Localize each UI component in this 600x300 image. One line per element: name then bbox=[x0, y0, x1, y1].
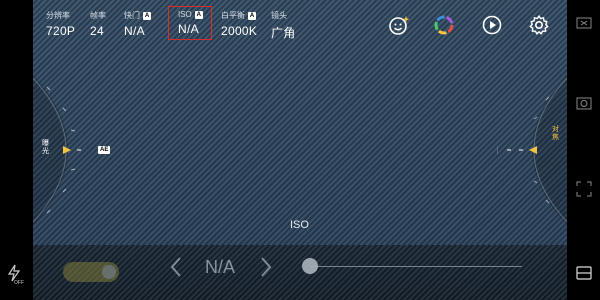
param-label: 镜头 bbox=[271, 11, 287, 20]
camera-switch-icon[interactable] bbox=[575, 94, 593, 112]
auto-badge: A bbox=[248, 11, 256, 20]
param-value: N/A bbox=[124, 24, 145, 38]
param-iso[interactable]: ISO A N/A bbox=[178, 10, 203, 36]
param-label: 分辨率 bbox=[46, 11, 70, 20]
focus-dial[interactable] bbox=[497, 75, 567, 225]
prev-icon[interactable] bbox=[169, 256, 183, 278]
color-icon[interactable] bbox=[433, 14, 455, 36]
gallery-icon[interactable] bbox=[575, 264, 593, 282]
left-rail: OFF bbox=[0, 0, 33, 300]
param-resolution[interactable]: 分辨率 720P bbox=[46, 10, 75, 38]
param-value: N/A bbox=[178, 22, 199, 36]
iso-slider-track[interactable] bbox=[310, 266, 522, 267]
param-value: 广角 bbox=[271, 26, 296, 40]
param-lens[interactable]: 镜头 广角 bbox=[271, 10, 296, 41]
iso-slider-knob[interactable] bbox=[302, 258, 318, 274]
fullscreen-icon[interactable] bbox=[575, 180, 593, 198]
face-icon[interactable] bbox=[388, 14, 410, 36]
settings-icon[interactable] bbox=[528, 14, 550, 36]
next-icon[interactable] bbox=[259, 256, 273, 278]
param-label: 帧率 bbox=[90, 11, 106, 20]
param-label: 白平衡 bbox=[221, 11, 245, 20]
flash-state: OFF bbox=[14, 280, 24, 286]
param-shutter[interactable]: 快门 A N/A bbox=[124, 10, 151, 38]
focus-dial-label: 对焦 bbox=[552, 126, 559, 141]
param-value: 2000K bbox=[221, 24, 258, 38]
camera-viewfinder[interactable] bbox=[33, 0, 567, 245]
param-value: 24 bbox=[90, 24, 104, 38]
ae-tag[interactable]: AE bbox=[98, 146, 111, 154]
param-white-balance[interactable]: 白平衡 A 2000K bbox=[221, 10, 257, 38]
param-label: 快门 bbox=[124, 11, 140, 20]
param-value: 720P bbox=[46, 24, 76, 38]
auto-badge: A bbox=[143, 11, 151, 20]
record-toggle[interactable] bbox=[63, 262, 119, 282]
param-label: ISO bbox=[178, 10, 192, 19]
mode-label: ISO bbox=[290, 219, 309, 231]
toggle-knob bbox=[102, 265, 116, 279]
aspect-icon[interactable] bbox=[575, 14, 593, 32]
auto-badge: A bbox=[194, 10, 203, 19]
exposure-dial-label: 曝光 bbox=[42, 140, 49, 155]
right-rail bbox=[567, 0, 600, 300]
play-icon[interactable] bbox=[481, 14, 503, 36]
iso-value-readout: N/A bbox=[205, 257, 236, 277]
param-framerate[interactable]: 帧率 24 bbox=[90, 10, 106, 38]
